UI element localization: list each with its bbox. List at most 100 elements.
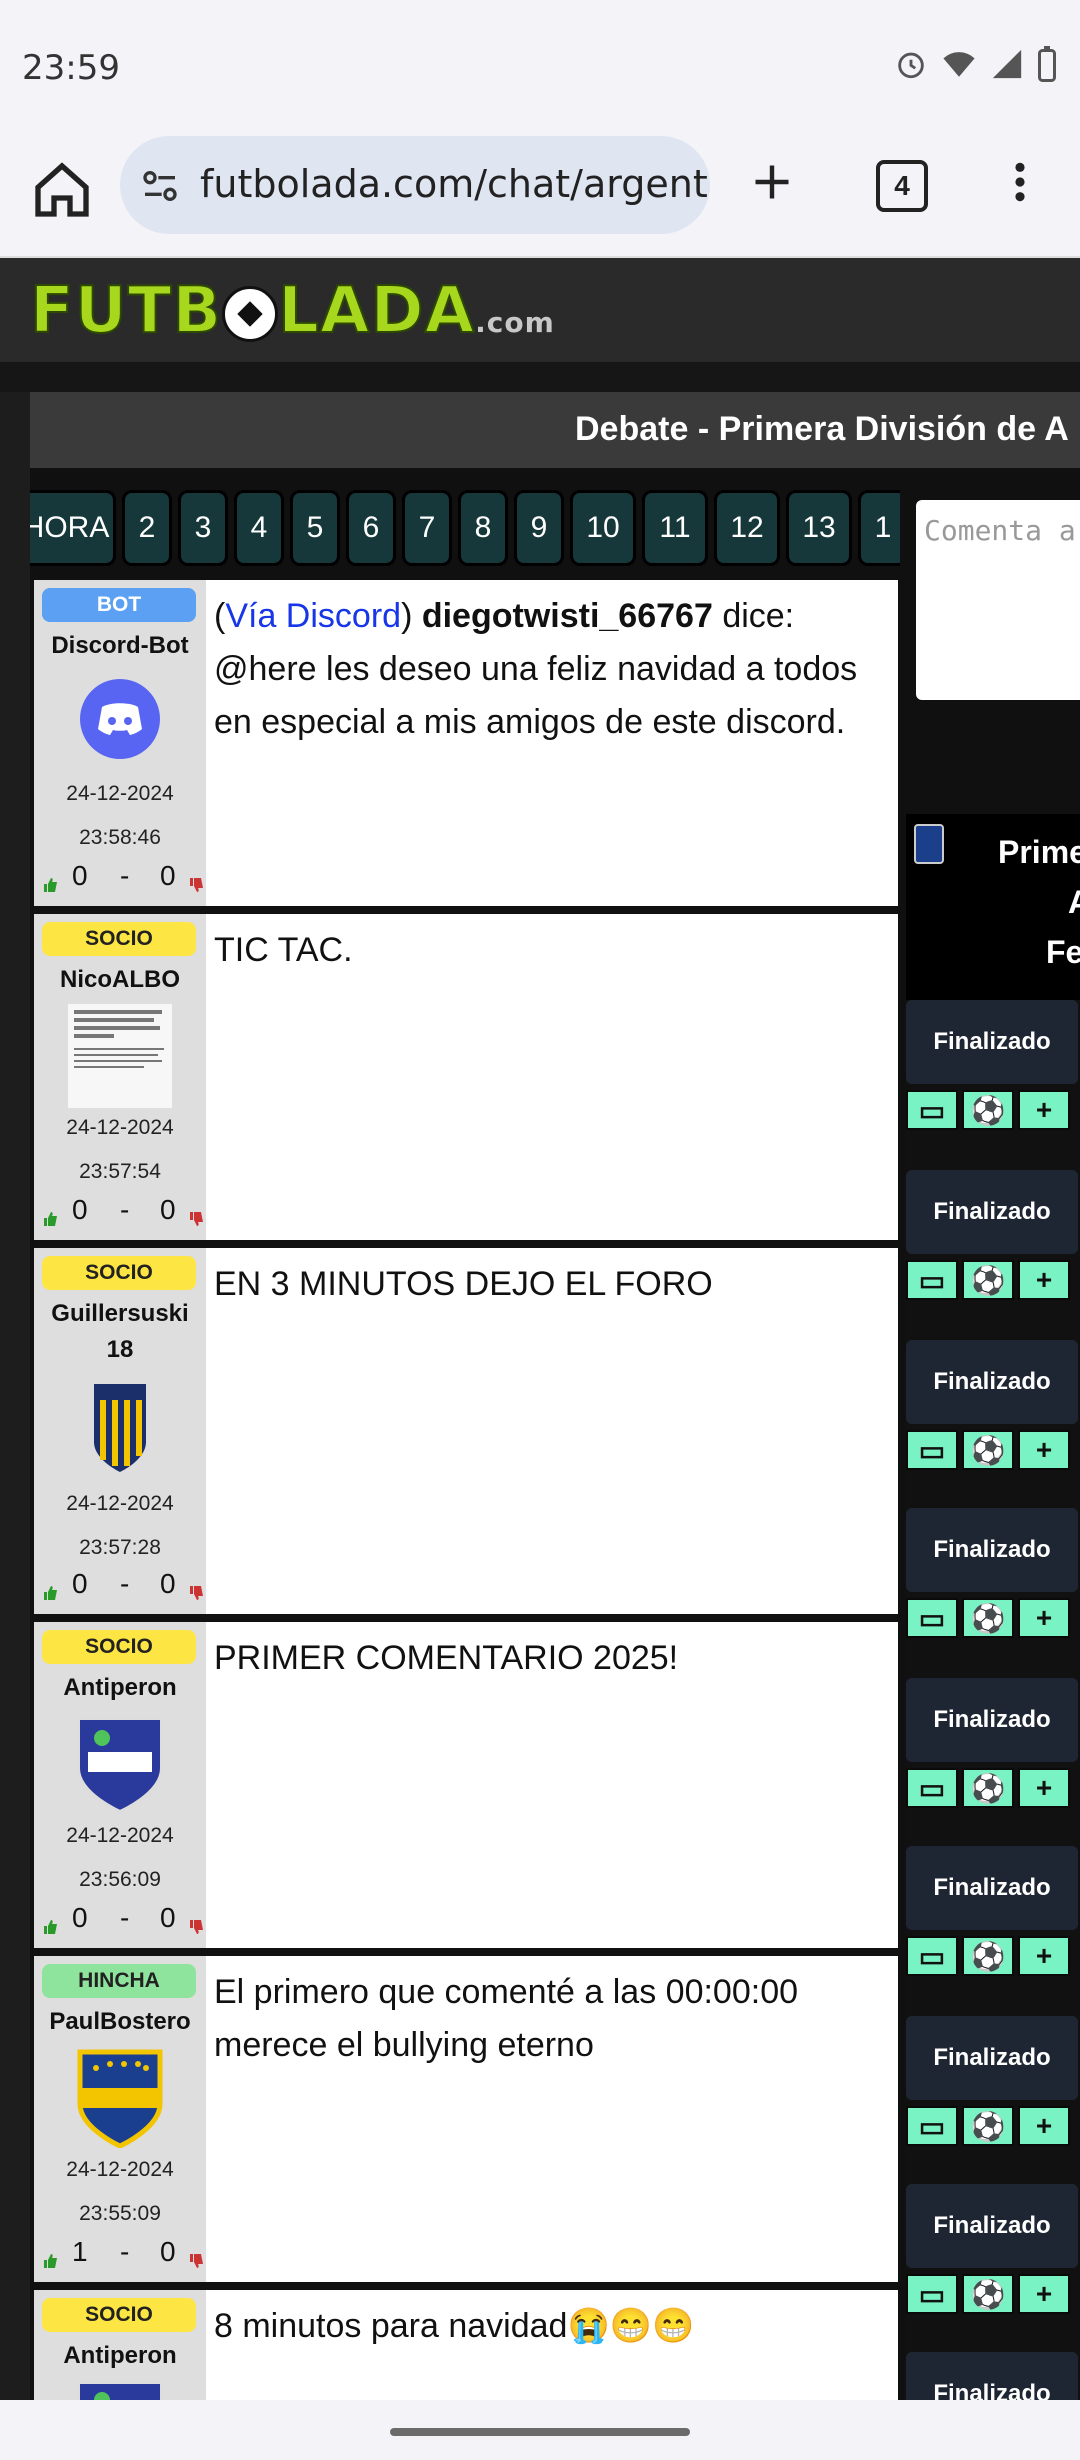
add-button[interactable]: + [1018, 1430, 1070, 1470]
tv-icon[interactable]: ▭ [906, 1090, 958, 1130]
page-button[interactable]: 9 [514, 490, 564, 566]
post-username[interactable]: Guillersuski 18 [40, 1296, 200, 1368]
thumbs-up-icon[interactable] [42, 1202, 58, 1234]
add-button[interactable]: + [1018, 1768, 1070, 1808]
match-status[interactable]: Finalizado [906, 1508, 1078, 1592]
new-tab-icon[interactable] [750, 160, 794, 204]
post-divider [34, 2282, 898, 2290]
match-status[interactable]: Finalizado [906, 2184, 1078, 2268]
post-date: 24-12-2024 [66, 1492, 174, 1515]
tv-icon[interactable]: ▭ [906, 1936, 958, 1976]
thumbs-up-icon[interactable] [42, 1910, 58, 1942]
tv-icon[interactable]: ▭ [906, 1598, 958, 1638]
alarm-icon [898, 52, 924, 79]
soccer-ball-icon[interactable]: ⚽ [962, 1768, 1014, 1808]
role-badge: HINCHA [42, 1964, 196, 1998]
add-button[interactable]: + [1018, 1598, 1070, 1638]
tv-icon[interactable]: ▭ [906, 1768, 958, 1808]
downvote-count: 0 [160, 1902, 176, 1933]
status-bar: 23:59 [0, 0, 1080, 130]
chat-post: SOCIO NicoALBO 24-12-2024 23:57:54 0 - 0… [34, 914, 898, 1240]
thumbs-up-icon[interactable] [42, 2244, 58, 2276]
comment-textarea[interactable]: Comenta a [916, 500, 1080, 700]
post-username[interactable]: Discord-Bot [34, 628, 206, 664]
page-button[interactable]: 10 [570, 490, 636, 566]
page-button[interactable]: 7 [402, 490, 452, 566]
post-date: 24-12-2024 [66, 1116, 174, 1139]
page-button[interactable]: HORA [30, 490, 116, 566]
add-button[interactable]: + [1018, 2106, 1070, 2146]
via-discord-link[interactable]: Vía Discord [225, 597, 401, 635]
thumbs-down-icon[interactable] [188, 1910, 204, 1942]
post-date: 24-12-2024 [66, 2158, 174, 2181]
page-button[interactable]: 3 [178, 490, 228, 566]
post-username[interactable]: PaulBostero [34, 2004, 206, 2040]
tab-switcher-button[interactable]: 4 [876, 160, 928, 212]
match-status[interactable]: Finalizado [906, 2352, 1078, 2400]
tv-icon[interactable]: ▭ [906, 1430, 958, 1470]
post-username[interactable]: Antiperon [34, 1670, 206, 1706]
match-status[interactable]: Finalizado [906, 2016, 1078, 2100]
match-status[interactable]: Finalizado [906, 1846, 1078, 1930]
role-badge: SOCIO [42, 2298, 196, 2332]
url-text[interactable]: futbolada.com/chat/argenti [200, 162, 710, 206]
post-username[interactable]: Antiperon [34, 2338, 206, 2374]
tv-icon[interactable]: ▭ [906, 2274, 958, 2314]
vote-bar: 1 - 0 [42, 2236, 203, 2272]
page-button[interactable]: 1 [858, 490, 900, 566]
thumbs-down-icon[interactable] [188, 1576, 204, 1608]
pagination: HORA 2 3 4 5 6 7 8 9 10 11 12 13 1 [30, 490, 900, 572]
address-bar[interactable]: futbolada.com/chat/argenti [120, 136, 710, 234]
thumbs-down-icon[interactable] [188, 2244, 204, 2276]
add-button[interactable]: + [1018, 1260, 1070, 1300]
soccer-ball-icon[interactable]: ⚽ [962, 1598, 1014, 1638]
vote-bar: 0 - 0 [42, 1568, 203, 1604]
downvote-count: 0 [160, 1568, 176, 1599]
match-status[interactable]: Finalizado [906, 1340, 1078, 1424]
thumbs-down-icon[interactable] [188, 1202, 204, 1234]
page-button[interactable]: 13 [786, 490, 852, 566]
post-username[interactable]: NicoALBO [34, 962, 206, 998]
home-gesture-handle[interactable] [390, 2428, 690, 2436]
soccer-ball-icon[interactable]: ⚽ [962, 1090, 1014, 1130]
page-button[interactable]: 6 [346, 490, 396, 566]
soccer-ball-icon[interactable]: ⚽ [962, 2274, 1014, 2314]
website: FUTB LADA.com Debate - Primera División d… [0, 258, 1080, 2400]
match-status[interactable]: Finalizado [906, 1170, 1078, 1254]
add-button[interactable]: + [1018, 2274, 1070, 2314]
site-logo[interactable]: FUTB LADA.com [29, 273, 555, 349]
match-status[interactable]: Finalizado [906, 1678, 1078, 1762]
soccer-ball-icon[interactable]: ⚽ [962, 1430, 1014, 1470]
post-author: diegotwisti_66767 [421, 597, 713, 635]
post-text: PRIMER COMENTARIO 2025! [214, 1639, 679, 1677]
page-button[interactable]: 8 [458, 490, 508, 566]
role-badge: SOCIO [42, 1256, 196, 1290]
page-button[interactable]: 11 [642, 490, 708, 566]
add-button[interactable]: + [1018, 1936, 1070, 1976]
post-text: El primero que comenté a las 00:00:00 me… [214, 1973, 799, 2064]
tv-icon[interactable]: ▭ [906, 2106, 958, 2146]
role-badge: BOT [42, 588, 196, 622]
debate-title-bar: Debate - Primera División de A [30, 392, 1080, 468]
add-button[interactable]: + [1018, 1090, 1070, 1130]
downvote-count: 0 [160, 1194, 176, 1225]
more-menu-icon[interactable] [1010, 160, 1030, 204]
page-button[interactable]: 12 [714, 490, 780, 566]
page-button[interactable]: 2 [122, 490, 172, 566]
site-settings-icon[interactable] [140, 166, 180, 206]
soccer-ball-icon[interactable]: ⚽ [962, 2106, 1014, 2146]
thumbs-down-icon[interactable] [188, 868, 204, 900]
thumbs-up-icon[interactable] [42, 868, 58, 900]
soccer-ball-icon [222, 286, 279, 343]
tv-icon[interactable]: ▭ [906, 1260, 958, 1300]
soccer-ball-icon[interactable]: ⚽ [962, 1936, 1014, 1976]
thumbs-up-icon[interactable] [42, 1576, 58, 1608]
match-status[interactable]: Finalizado [906, 1000, 1078, 1084]
page-button[interactable]: 5 [290, 490, 340, 566]
post-divider [34, 1614, 898, 1622]
home-icon[interactable] [30, 158, 94, 222]
page-title: Debate - Primera División de A [575, 410, 1069, 448]
page-button[interactable]: 4 [234, 490, 284, 566]
chat-post: HINCHA PaulBostero 24-12-2024 23:55:09 1… [34, 1956, 898, 2282]
soccer-ball-icon[interactable]: ⚽ [962, 1260, 1014, 1300]
